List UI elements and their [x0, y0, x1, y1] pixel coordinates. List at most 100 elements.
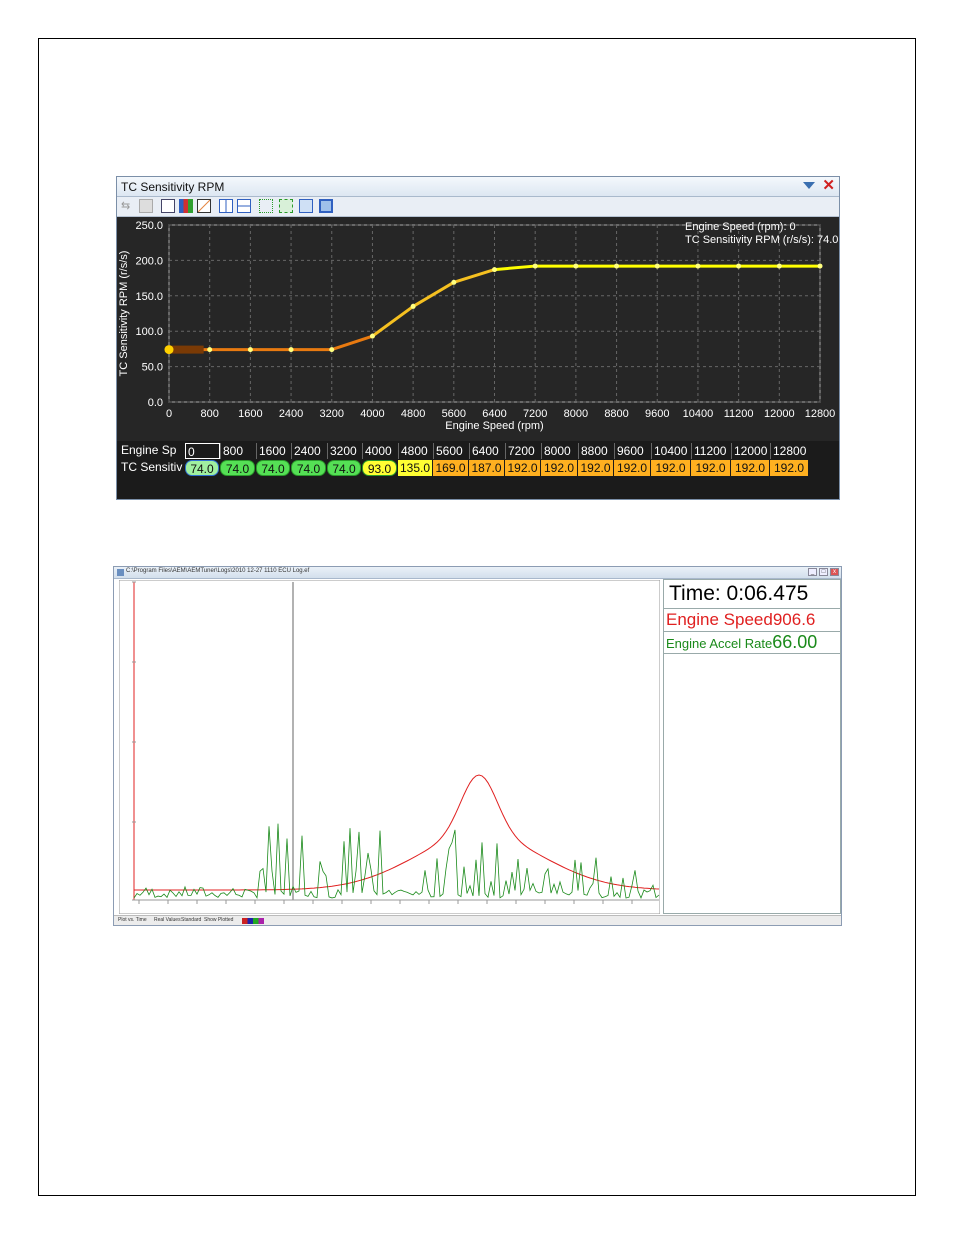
status-value-mode[interactable]: Real Values	[154, 917, 181, 923]
data-point	[736, 263, 742, 269]
x-tick-label: 8000	[564, 408, 588, 420]
data-point	[288, 347, 294, 353]
data-point	[532, 263, 538, 269]
copy-icon[interactable]	[139, 199, 153, 213]
rpm-cell[interactable]: 5600	[433, 443, 469, 459]
value-cell[interactable]: 74.0	[256, 460, 290, 476]
x-tick-label: 2400	[279, 408, 303, 420]
y-tick-label: 250.0	[135, 220, 163, 232]
value-cell[interactable]: 192.0	[731, 460, 769, 476]
value-cell[interactable]: 74.0	[220, 460, 255, 476]
fit-view-icon[interactable]	[299, 199, 313, 213]
expand-selection-icon[interactable]	[279, 199, 293, 213]
x-tick-label: 1600	[238, 408, 262, 420]
status-view-mode[interactable]: Standard	[181, 917, 201, 923]
readout-tc-sensitivity: TC Sensitivity RPM (r/s/s): 74.0	[685, 234, 839, 246]
undo-icon[interactable]: ⇆	[121, 199, 135, 213]
x-axis-label: Engine Speed (rpm)	[445, 420, 543, 432]
rpm-cell[interactable]: 11200	[691, 443, 731, 459]
select-all-icon[interactable]	[259, 199, 273, 213]
value-cell[interactable]: 192.0	[505, 460, 540, 476]
rpm-cell[interactable]: 2400	[291, 443, 327, 459]
time-readout: Time: 0:06.475	[664, 580, 840, 609]
rpm-cell[interactable]: 12800	[770, 443, 809, 459]
table-view-icon[interactable]	[161, 199, 175, 213]
rpm-cell[interactable]: 7200	[505, 443, 541, 459]
log-plot[interactable]	[119, 580, 660, 914]
y-tick-label: 0.0	[148, 397, 163, 409]
minimize-icon[interactable]: _	[808, 568, 817, 576]
y-tick-label: 100.0	[135, 326, 163, 338]
y-axis-label: TC Sensitivity RPM (r/s/s)	[118, 251, 130, 377]
rpm-cell[interactable]: 9600	[614, 443, 651, 459]
rpm-cell[interactable]: 8800	[578, 443, 614, 459]
value-cell[interactable]: 192.0	[651, 460, 690, 476]
line-graph-icon[interactable]	[197, 199, 211, 213]
x-tick-label: 12800	[805, 408, 836, 420]
table-grid: Engine Sp 0 800 1600 2400 3200 4000 4800 5600 64…	[117, 441, 839, 499]
maximize-icon[interactable]: □	[819, 568, 828, 576]
split-vertical-icon[interactable]	[219, 199, 233, 213]
value-cell[interactable]: 74.0	[327, 460, 361, 476]
data-point	[695, 263, 701, 269]
value-cell[interactable]: 169.0	[433, 460, 468, 476]
rpm-cell[interactable]: 1600	[256, 443, 291, 459]
status-show-plotted[interactable]: Show Plotted	[204, 917, 233, 923]
app-icon	[117, 569, 124, 576]
y-tick-label: 50.0	[142, 362, 163, 374]
y-tick-label: 200.0	[135, 255, 163, 267]
value-cell[interactable]: 93.0	[362, 460, 397, 476]
data-point	[207, 347, 213, 353]
status-plot-mode[interactable]: Plot vs. Time	[118, 917, 147, 923]
value-row: TC Sensitivi 74.0 74.0 74.0 74.0 74.0 93.0 135…	[117, 460, 839, 477]
rpm-cell[interactable]: 4800	[398, 443, 433, 459]
x-tick-label: 8800	[604, 408, 628, 420]
engine-speed-value: 906.6	[772, 610, 816, 629]
close-icon[interactable]: x	[830, 568, 839, 576]
value-cell[interactable]: 135.0	[398, 460, 432, 476]
legend-swatch-icon	[242, 918, 264, 924]
data-point	[614, 263, 620, 269]
x-tick-label: 6400	[482, 408, 506, 420]
x-tick-label: 3200	[320, 408, 344, 420]
x-tick-label: 4000	[360, 408, 384, 420]
close-icon[interactable]: ✕	[822, 178, 835, 194]
data-point	[451, 279, 457, 285]
rpm-cell[interactable]: 8000	[541, 443, 578, 459]
value-cell[interactable]: 192.0	[541, 460, 577, 476]
data-point	[329, 347, 335, 353]
x-tick-label: 0	[166, 408, 172, 420]
value-cell[interactable]: 74.0	[291, 460, 326, 476]
dropdown-icon[interactable]	[803, 182, 815, 189]
value-cell[interactable]: 192.0	[614, 460, 650, 476]
row-header-tc-sensitivity: TC Sensitivi	[121, 460, 183, 474]
rpm-cell[interactable]: 10400	[651, 443, 691, 459]
x-tick-label: 11200	[724, 408, 754, 420]
split-horizontal-icon[interactable]	[237, 199, 251, 213]
value-cell[interactable]: 192.0	[691, 460, 730, 476]
rpm-cell[interactable]: 12000	[731, 443, 770, 459]
value-cell[interactable]: 192.0	[770, 460, 808, 476]
y-tick-label: 150.0	[135, 291, 163, 303]
readout-engine-speed: Engine Speed (rpm): 0	[685, 221, 796, 233]
data-point	[817, 263, 823, 269]
bar-chart-icon[interactable]	[179, 199, 193, 213]
readout-panel: Time: 0:06.475 Engine Speed906.6 Engine …	[663, 579, 841, 914]
value-cell[interactable]: 187.0	[469, 460, 504, 476]
x-tick-label: 4800	[401, 408, 425, 420]
data-point	[369, 333, 375, 339]
rpm-cell[interactable]: 6400	[469, 443, 505, 459]
accel-rate-value: 66.00	[772, 632, 818, 652]
status-bar: Plot vs. Time Real Values Standard Show …	[114, 915, 841, 925]
rpm-cell[interactable]: 3200	[327, 443, 362, 459]
tc-sensitivity-chart[interactable]: 0 800 1600 2400 3200 4000 4800 5600 6400 7200 8000…	[117, 217, 839, 441]
rpm-cell[interactable]: 800	[220, 443, 256, 459]
rpm-cell[interactable]: 0	[185, 443, 220, 459]
row-header-engine-speed: Engine Sp	[121, 443, 177, 457]
value-cell[interactable]: 192.0	[578, 460, 613, 476]
window-title: C:\Program Files\AEM\AEMTuner\Logs\2010 …	[126, 568, 310, 574]
value-cell[interactable]: 74.0	[185, 460, 219, 476]
zoom-frame-icon[interactable]	[319, 199, 333, 213]
rpm-cell[interactable]: 4000	[362, 443, 398, 459]
data-point	[654, 263, 660, 269]
